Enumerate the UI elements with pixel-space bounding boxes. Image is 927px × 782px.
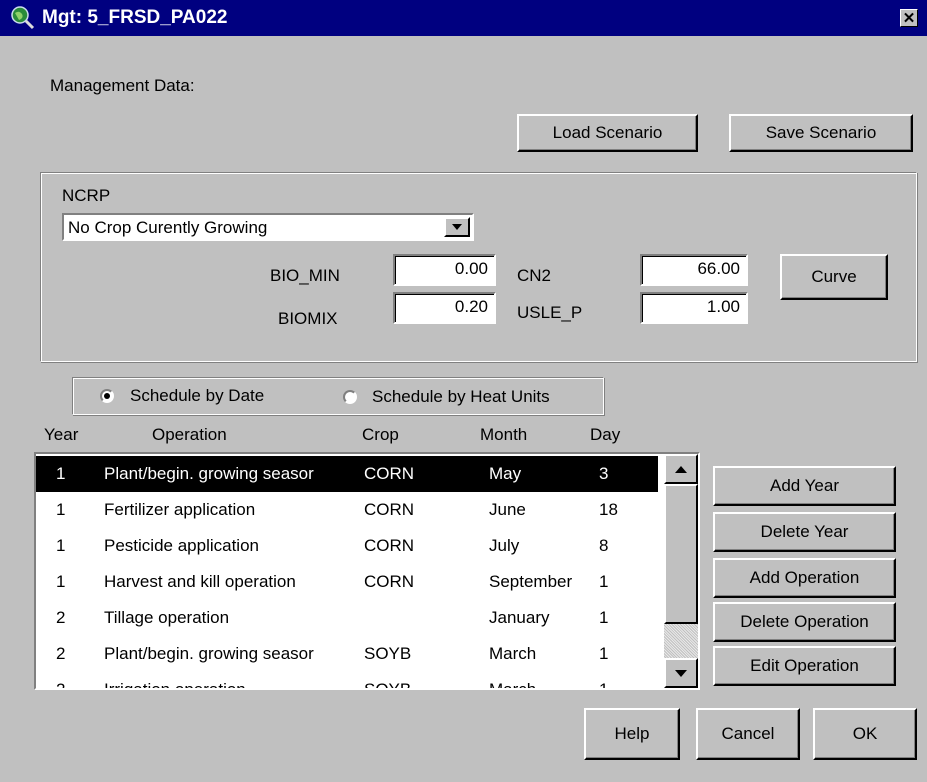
table-row[interactable]: 2 Tillage operation January 1 <box>36 600 658 636</box>
cell-year: 2 <box>56 608 66 627</box>
cell-day: 1 <box>599 572 609 591</box>
table-row[interactable]: 2 Plant/begin. growing seasor SOYB March… <box>36 636 658 672</box>
bio-min-field[interactable]: 0.00 <box>393 254 496 286</box>
cn2-field[interactable]: 66.00 <box>640 254 748 286</box>
close-icon: ✕ <box>902 9 916 27</box>
cell-year: 2 <box>56 680 66 690</box>
cell-operation: Pesticide application <box>104 536 259 555</box>
radio-selected-dot <box>104 393 110 399</box>
biomix-label: BIOMIX <box>278 309 338 328</box>
scroll-thumb[interactable] <box>664 484 698 624</box>
ncrp-label: NCRP <box>62 186 111 205</box>
cell-month: June <box>489 500 526 519</box>
list-scrollbar[interactable] <box>664 454 698 688</box>
cell-year: 1 <box>56 572 66 591</box>
cell-month: September <box>489 572 573 591</box>
edit-operation-button[interactable]: Edit Operation <box>713 646 896 686</box>
cell-day: 3 <box>599 464 609 483</box>
table-row[interactable]: 1 Harvest and kill operation CORN Septem… <box>36 564 658 600</box>
table-row[interactable]: 1 Plant/begin. growing seasor CORN May 3 <box>36 456 658 492</box>
usle-p-field[interactable]: 1.00 <box>640 292 748 324</box>
cell-crop: SOYB <box>364 644 412 663</box>
cell-crop: SOYB <box>364 680 412 690</box>
cn2-label: CN2 <box>517 266 552 285</box>
cell-year: 1 <box>56 464 66 483</box>
chevron-down-icon <box>452 224 462 230</box>
cell-operation: Irrigation operation <box>104 680 246 690</box>
cell-year: 2 <box>56 644 66 663</box>
cell-month: July <box>489 536 520 555</box>
title-bar[interactable]: Mgt: 5_FRSD_PA022 ✕ <box>0 0 927 36</box>
column-header-day: Day <box>590 425 621 444</box>
operations-list[interactable]: 1 Plant/begin. growing seasor CORN May 3… <box>34 452 700 690</box>
globe-magnifier-icon <box>11 6 35 30</box>
ncrp-selected-value: No Crop Curently Growing <box>68 218 268 237</box>
management-data-label: Management Data: <box>50 76 195 95</box>
usle-p-label: USLE_P <box>517 303 583 322</box>
column-header-month: Month <box>480 425 528 444</box>
cell-day: 18 <box>599 500 618 519</box>
cell-operation: Fertilizer application <box>104 500 256 519</box>
schedule-by-date-label[interactable]: Schedule by Date <box>130 386 264 406</box>
cell-day: 8 <box>599 536 609 555</box>
column-header-crop: Crop <box>362 425 399 444</box>
cell-day: 1 <box>599 644 609 663</box>
chevron-up-icon <box>675 465 687 473</box>
cell-operation: Plant/begin. growing seasor <box>104 644 314 663</box>
table-row[interactable]: 1 Pesticide application CORN July 8 <box>36 528 658 564</box>
cell-month: January <box>489 608 550 627</box>
close-button[interactable]: ✕ <box>900 9 918 27</box>
column-header-operation: Operation <box>152 425 227 444</box>
scroll-down-button[interactable] <box>664 658 698 688</box>
dropdown-button[interactable] <box>444 217 470 237</box>
table-row[interactable]: 1 Fertilizer application CORN June 18 <box>36 492 658 528</box>
schedule-by-date-radio[interactable] <box>100 389 114 403</box>
biomix-field[interactable]: 0.20 <box>393 292 496 324</box>
cell-day: 1 <box>599 608 609 627</box>
curve-button[interactable]: Curve <box>780 254 888 300</box>
cell-month: March <box>489 680 537 690</box>
cell-operation: Plant/begin. growing seasor <box>104 464 314 483</box>
schedule-by-heat-units-label[interactable]: Schedule by Heat Units <box>372 387 550 407</box>
save-scenario-button[interactable]: Save Scenario <box>729 114 913 152</box>
cell-operation: Harvest and kill operation <box>104 572 296 591</box>
load-scenario-button[interactable]: Load Scenario <box>517 114 698 152</box>
cell-year: 1 <box>56 536 66 555</box>
add-operation-button[interactable]: Add Operation <box>713 558 896 598</box>
chevron-down-icon <box>675 669 687 677</box>
cell-operation: Tillage operation <box>104 608 230 627</box>
add-year-button[interactable]: Add Year <box>713 466 896 506</box>
ok-button[interactable]: OK <box>813 708 917 760</box>
cell-crop: CORN <box>364 536 415 555</box>
window-title: Mgt: 5_FRSD_PA022 <box>42 7 228 28</box>
cell-crop: CORN <box>364 464 415 483</box>
cell-crop: CORN <box>364 572 415 591</box>
help-button[interactable]: Help <box>584 708 680 760</box>
cancel-button[interactable]: Cancel <box>696 708 800 760</box>
column-header-year: Year <box>44 425 79 444</box>
cell-crop: CORN <box>364 500 415 519</box>
bio-min-label: BIO_MIN <box>270 266 340 285</box>
scroll-up-button[interactable] <box>664 454 698 484</box>
cell-month: March <box>489 644 537 663</box>
cell-year: 1 <box>56 500 66 519</box>
schedule-by-heat-units-radio[interactable] <box>343 390 357 404</box>
cell-month: May <box>489 464 522 483</box>
ncrp-select[interactable]: No Crop Curently Growing <box>62 213 474 241</box>
cell-day: 1 <box>599 680 609 690</box>
delete-operation-button[interactable]: Delete Operation <box>713 602 896 642</box>
table-row[interactable]: 2 Irrigation operation SOYB March 1 <box>36 672 658 690</box>
delete-year-button[interactable]: Delete Year <box>713 512 896 552</box>
